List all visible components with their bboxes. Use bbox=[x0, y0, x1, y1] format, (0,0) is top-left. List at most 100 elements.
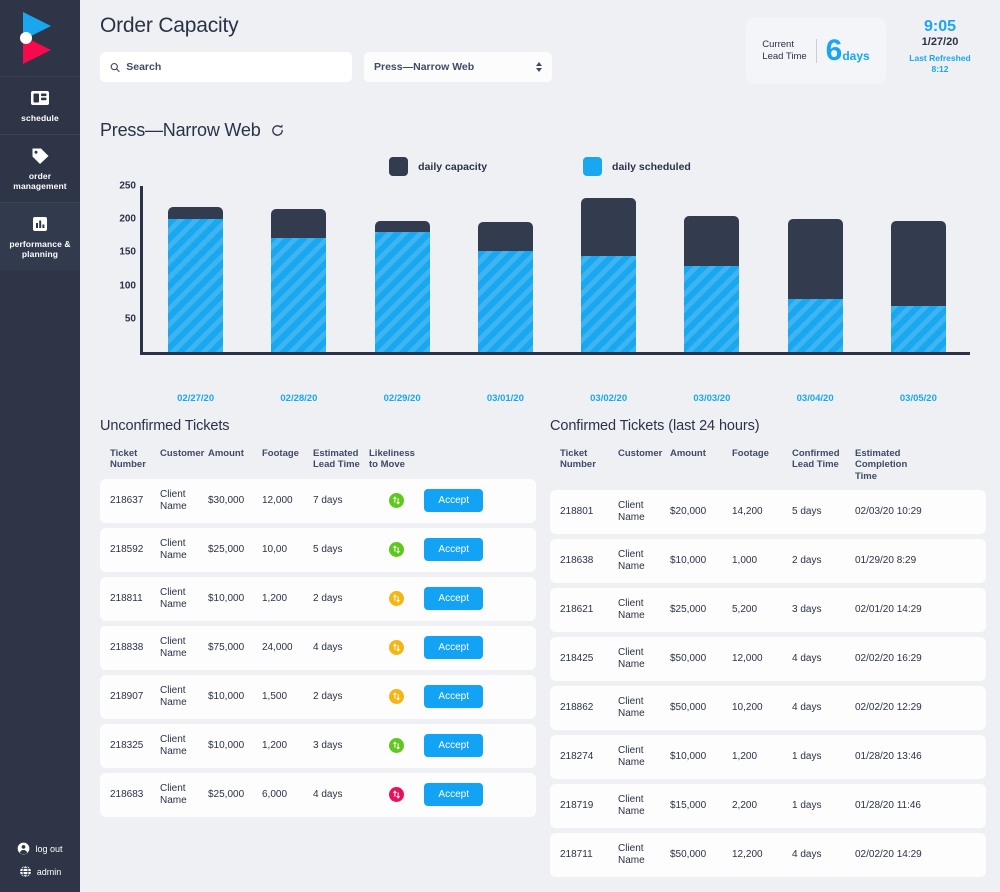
table-row[interactable]: 218274 Client Name $10,000 1,200 1 days 01/28… bbox=[550, 735, 986, 780]
bar-slot bbox=[351, 186, 454, 352]
capacity-bar-chart: 50 100 150 200 250 bbox=[100, 181, 980, 386]
table-row[interactable]: 218907 Client Name $10,000 1,500 2 days Accep… bbox=[100, 674, 536, 719]
likeliness-badge-red bbox=[388, 787, 404, 803]
table-row[interactable]: 218801 Client Name $20,000 14,200 5 days 02/0… bbox=[550, 490, 986, 535]
logout-button[interactable]: log out bbox=[17, 842, 63, 855]
action-cell: Accept bbox=[421, 587, 483, 611]
accept-button[interactable]: Accept bbox=[424, 636, 483, 660]
accept-button[interactable]: Accept bbox=[424, 783, 483, 807]
table-row[interactable]: 218711 Client Name $50,000 12,200 4 days 02/0… bbox=[550, 833, 986, 878]
accept-button[interactable]: Accept bbox=[424, 587, 483, 611]
legend-label: daily scheduled bbox=[612, 160, 691, 173]
last-refreshed-label: Last Refreshed bbox=[909, 53, 971, 64]
table-row[interactable]: 218838 Client Name $75,000 24,000 4 days Acce… bbox=[100, 625, 536, 670]
chart-bar[interactable] bbox=[477, 221, 533, 352]
accept-button[interactable]: Accept bbox=[424, 734, 483, 758]
likeliness-badge-green bbox=[388, 493, 404, 509]
unconfirmed-table-header: Ticket Number Customer Amount Footage Estima… bbox=[100, 448, 536, 471]
search-input[interactable] bbox=[126, 61, 342, 73]
legend-label: daily capacity bbox=[418, 160, 488, 173]
chart-bar[interactable] bbox=[787, 219, 843, 352]
table-row[interactable]: 218637 Client Name $30,000 12,000 7 days Acce… bbox=[100, 478, 536, 523]
bar-segment-daily-capacity bbox=[374, 221, 430, 233]
bar-segment-daily-scheduled bbox=[684, 265, 740, 352]
table-cell: 4 days bbox=[792, 702, 822, 714]
table-row[interactable]: 218621 Client Name $25,000 5,200 3 days 02/01… bbox=[550, 588, 986, 633]
accept-button[interactable]: Accept bbox=[424, 538, 483, 562]
admin-label: admin bbox=[36, 866, 62, 877]
tag-icon bbox=[32, 148, 49, 165]
action-cell: Accept bbox=[421, 685, 483, 709]
bar-segment-daily-capacity bbox=[168, 207, 224, 220]
tables-section: Unconfirmed Tickets Ticket Number Custome… bbox=[80, 404, 1000, 882]
bar-segment-daily-capacity bbox=[581, 197, 637, 256]
sidebar-item-order-management[interactable]: order management bbox=[0, 134, 80, 202]
likeliness-badge-green bbox=[388, 542, 404, 558]
table-cell: 1,000 bbox=[732, 555, 758, 567]
table-cell: Client Name bbox=[618, 794, 645, 818]
legend-swatch-scheduled bbox=[583, 157, 603, 176]
table-cell: 4 days bbox=[313, 641, 343, 653]
table-row[interactable]: 218592 Client Name $25,000 10,00 5 days Accep… bbox=[100, 527, 536, 572]
table-row[interactable]: 218719 Client Name $15,000 2,200 1 days 01/28… bbox=[550, 784, 986, 829]
chart-bar[interactable] bbox=[684, 215, 740, 352]
chart-header: Press—Narrow Web bbox=[100, 120, 980, 141]
chart-bar[interactable] bbox=[271, 209, 327, 352]
x-axis-tick: 03/04/20 bbox=[796, 393, 834, 404]
bar-slot bbox=[557, 186, 660, 352]
table-cell: 12,000 bbox=[732, 653, 763, 665]
column-header: Footage bbox=[262, 448, 299, 459]
table-cell: 5,200 bbox=[732, 604, 758, 616]
chart-bar[interactable] bbox=[168, 207, 224, 352]
table-cell: 3 days bbox=[792, 604, 822, 616]
chart-bar[interactable] bbox=[374, 221, 430, 352]
logo-dot bbox=[20, 32, 32, 44]
x-axis-tick: 03/05/20 bbox=[899, 393, 937, 404]
bar-segment-daily-scheduled bbox=[890, 305, 946, 352]
table-cell: Client Name bbox=[160, 782, 187, 806]
table-cell: 218425 bbox=[560, 653, 594, 665]
chart-bar[interactable] bbox=[581, 197, 637, 352]
table-cell: 02/01/20 14:29 bbox=[855, 604, 922, 616]
search-field[interactable] bbox=[100, 52, 352, 82]
table-row[interactable]: 218325 Client Name $10,000 1,200 3 days Accep… bbox=[100, 723, 536, 768]
table-cell: $10,000 bbox=[208, 592, 245, 604]
sidebar-item-schedule[interactable]: schedule bbox=[0, 76, 80, 134]
table-cell: 2 days bbox=[792, 555, 822, 567]
table-cell: 2 days bbox=[313, 690, 343, 702]
table-cell: 218592 bbox=[110, 543, 144, 555]
column-header: Amount bbox=[670, 448, 706, 459]
table-row[interactable]: 218425 Client Name $50,000 12,000 4 days 02/0… bbox=[550, 637, 986, 682]
admin-button[interactable]: admin bbox=[18, 865, 62, 878]
legend-swatch-capacity bbox=[389, 157, 409, 176]
table-cell: Client Name bbox=[618, 500, 645, 524]
y-axis-tick: 100 bbox=[119, 280, 136, 292]
table-cell: Client Name bbox=[160, 684, 187, 708]
table-row[interactable]: 218683 Client Name $25,000 6,000 4 days Accep… bbox=[100, 772, 536, 817]
likeliness-cell bbox=[369, 640, 421, 656]
sidebar-item-label: schedule bbox=[21, 113, 59, 123]
table-row[interactable]: 218862 Client Name $50,000 10,200 4 days 02/0… bbox=[550, 686, 986, 731]
chart-bar[interactable] bbox=[890, 221, 946, 352]
table-cell: 10,200 bbox=[732, 702, 763, 714]
table-cell: $10,000 bbox=[670, 751, 707, 763]
refresh-icon[interactable] bbox=[270, 123, 285, 138]
table-cell: 218325 bbox=[110, 739, 144, 751]
x-axis-tick: 03/03/20 bbox=[693, 393, 731, 404]
press-select[interactable]: Press—Narrow Web bbox=[364, 52, 552, 82]
table-cell: 02/02/20 16:29 bbox=[855, 653, 922, 665]
table-cell: 14,200 bbox=[732, 506, 763, 518]
bar-segment-daily-scheduled bbox=[168, 219, 224, 352]
sidebar-item-performance-planning[interactable]: performance & planning bbox=[0, 202, 80, 271]
likeliness-badge-yellow bbox=[388, 591, 404, 607]
sidebar-footer: log out admin bbox=[0, 842, 80, 878]
table-row[interactable]: 218811 Client Name $10,000 1,200 2 days Accep… bbox=[100, 576, 536, 621]
likeliness-cell bbox=[369, 787, 421, 803]
likeliness-cell bbox=[369, 591, 421, 607]
app-logo[interactable] bbox=[0, 0, 80, 76]
table-row[interactable]: 218638 Client Name $10,000 1,000 2 days 01/29… bbox=[550, 539, 986, 584]
current-lead-time-card: Current Lead Time 6 days bbox=[746, 18, 886, 84]
column-header: Customer bbox=[618, 448, 663, 459]
accept-button[interactable]: Accept bbox=[424, 489, 483, 513]
accept-button[interactable]: Accept bbox=[424, 685, 483, 709]
